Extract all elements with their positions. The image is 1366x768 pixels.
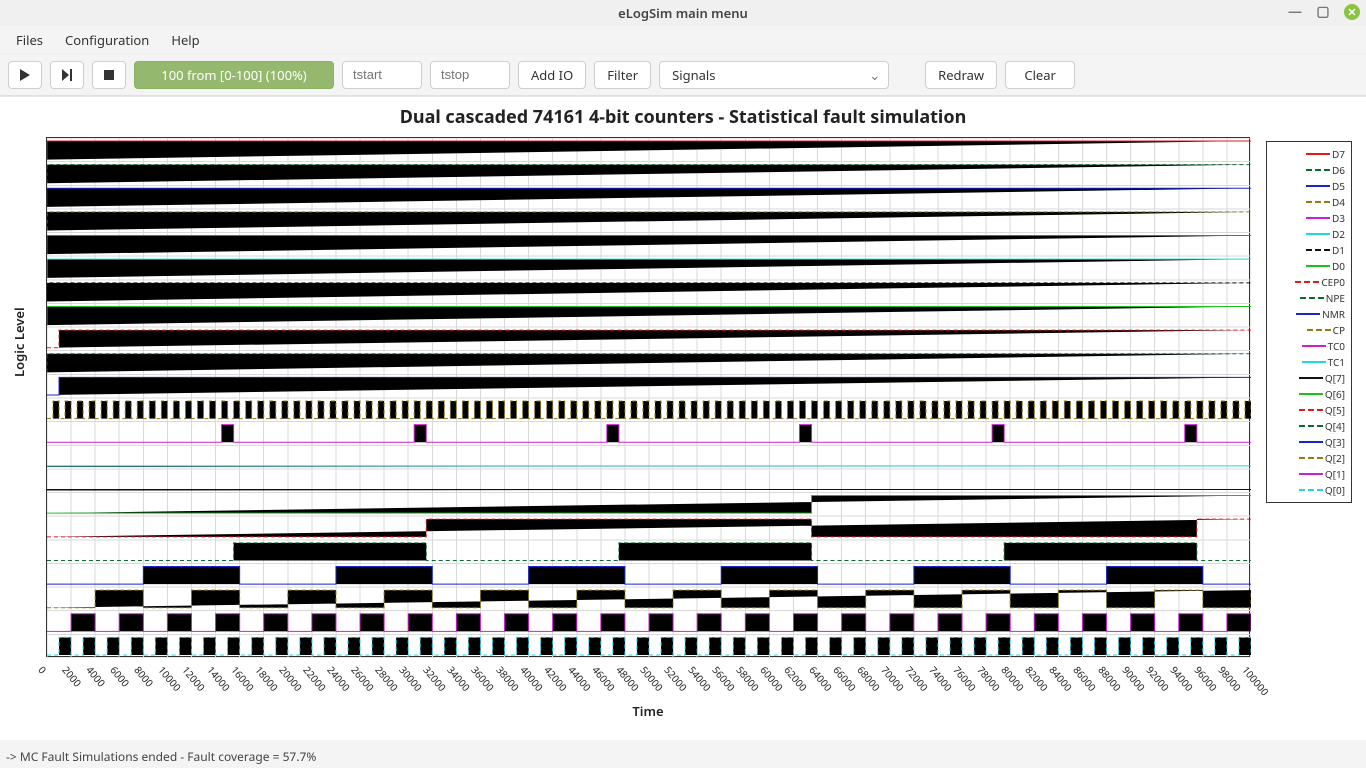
chart-legend: D7D6D5D4D3D2D1D0CEP0NPENMRCPTC0TC1Q[7]Q[… [1266,141,1352,503]
minimize-icon[interactable]: — [1288,5,1302,19]
legend-item[interactable]: Q[7] [1273,370,1345,386]
window-title: eLogSim main menu [618,4,748,22]
progress-indicator[interactable]: 100 from [0-100] (100%) [134,61,334,89]
tstop-input[interactable] [430,61,510,89]
signals-select-label: Signals [672,66,715,84]
legend-item[interactable]: Q[3] [1273,434,1345,450]
plot-area: Dual cascaded 74161 4-bit counters - Sta… [0,96,1366,740]
clear-button[interactable]: Clear [1005,61,1075,89]
window-controls: — ▢ ✕ [1288,4,1360,20]
legend-item[interactable]: NMR [1273,306,1345,322]
chart-title: Dual cascaded 74161 4-bit counters - Sta… [0,105,1366,129]
legend-item[interactable]: D5 [1273,178,1345,194]
legend-item[interactable]: D4 [1273,194,1345,210]
legend-item[interactable]: TC0 [1273,338,1345,354]
legend-item[interactable]: D7 [1273,146,1345,162]
legend-item[interactable]: TC1 [1273,354,1345,370]
legend-item[interactable]: Q[4] [1273,418,1345,434]
signals-select[interactable]: Signals ⌄ [659,61,889,89]
filter-button[interactable]: Filter [594,61,651,89]
close-icon[interactable]: ✕ [1344,4,1360,20]
window-titlebar: eLogSim main menu — ▢ ✕ [0,0,1366,26]
chart-canvas[interactable] [46,137,1250,657]
legend-item[interactable]: Q[5] [1273,402,1345,418]
x-axis-ticks: 0200040006000800010000120001400016000180… [46,661,1266,701]
stop-icon [103,69,115,81]
menu-help[interactable]: Help [161,27,209,53]
legend-item[interactable]: CEP0 [1273,274,1345,290]
step-forward-icon [60,68,74,82]
add-io-button[interactable]: Add IO [518,61,586,89]
chart-svg [47,138,1251,658]
status-text: -> MC Fault Simulations ended - Fault co… [6,748,316,765]
legend-item[interactable]: D3 [1273,210,1345,226]
legend-item[interactable]: Q[6] [1273,386,1345,402]
x-axis-label: Time [46,702,1250,720]
legend-item[interactable]: CP [1273,322,1345,338]
legend-item[interactable]: Q[1] [1273,466,1345,482]
play-icon [18,68,32,82]
redraw-button[interactable]: Redraw [925,61,997,89]
toolbar: 100 from [0-100] (100%) Add IO Filter Si… [0,54,1366,96]
legend-item[interactable]: Q[2] [1273,450,1345,466]
maximize-icon[interactable]: ▢ [1316,5,1330,19]
stop-button[interactable] [92,61,126,89]
play-button[interactable] [8,61,42,89]
legend-item[interactable]: NPE [1273,290,1345,306]
legend-item[interactable]: D0 [1273,258,1345,274]
y-axis-label: Logic Level [10,307,28,377]
tstart-input[interactable] [342,61,422,89]
legend-item[interactable]: D1 [1273,242,1345,258]
chevron-down-icon: ⌄ [869,66,880,84]
step-button[interactable] [50,61,84,89]
legend-item[interactable]: D2 [1273,226,1345,242]
status-bar: -> MC Fault Simulations ended - Fault co… [0,746,1366,768]
menu-files[interactable]: Files [6,27,53,53]
menu-configuration[interactable]: Configuration [55,27,159,53]
legend-item[interactable]: D6 [1273,162,1345,178]
legend-item[interactable]: Q[0] [1273,482,1345,498]
menubar: Files Configuration Help [0,26,1366,54]
